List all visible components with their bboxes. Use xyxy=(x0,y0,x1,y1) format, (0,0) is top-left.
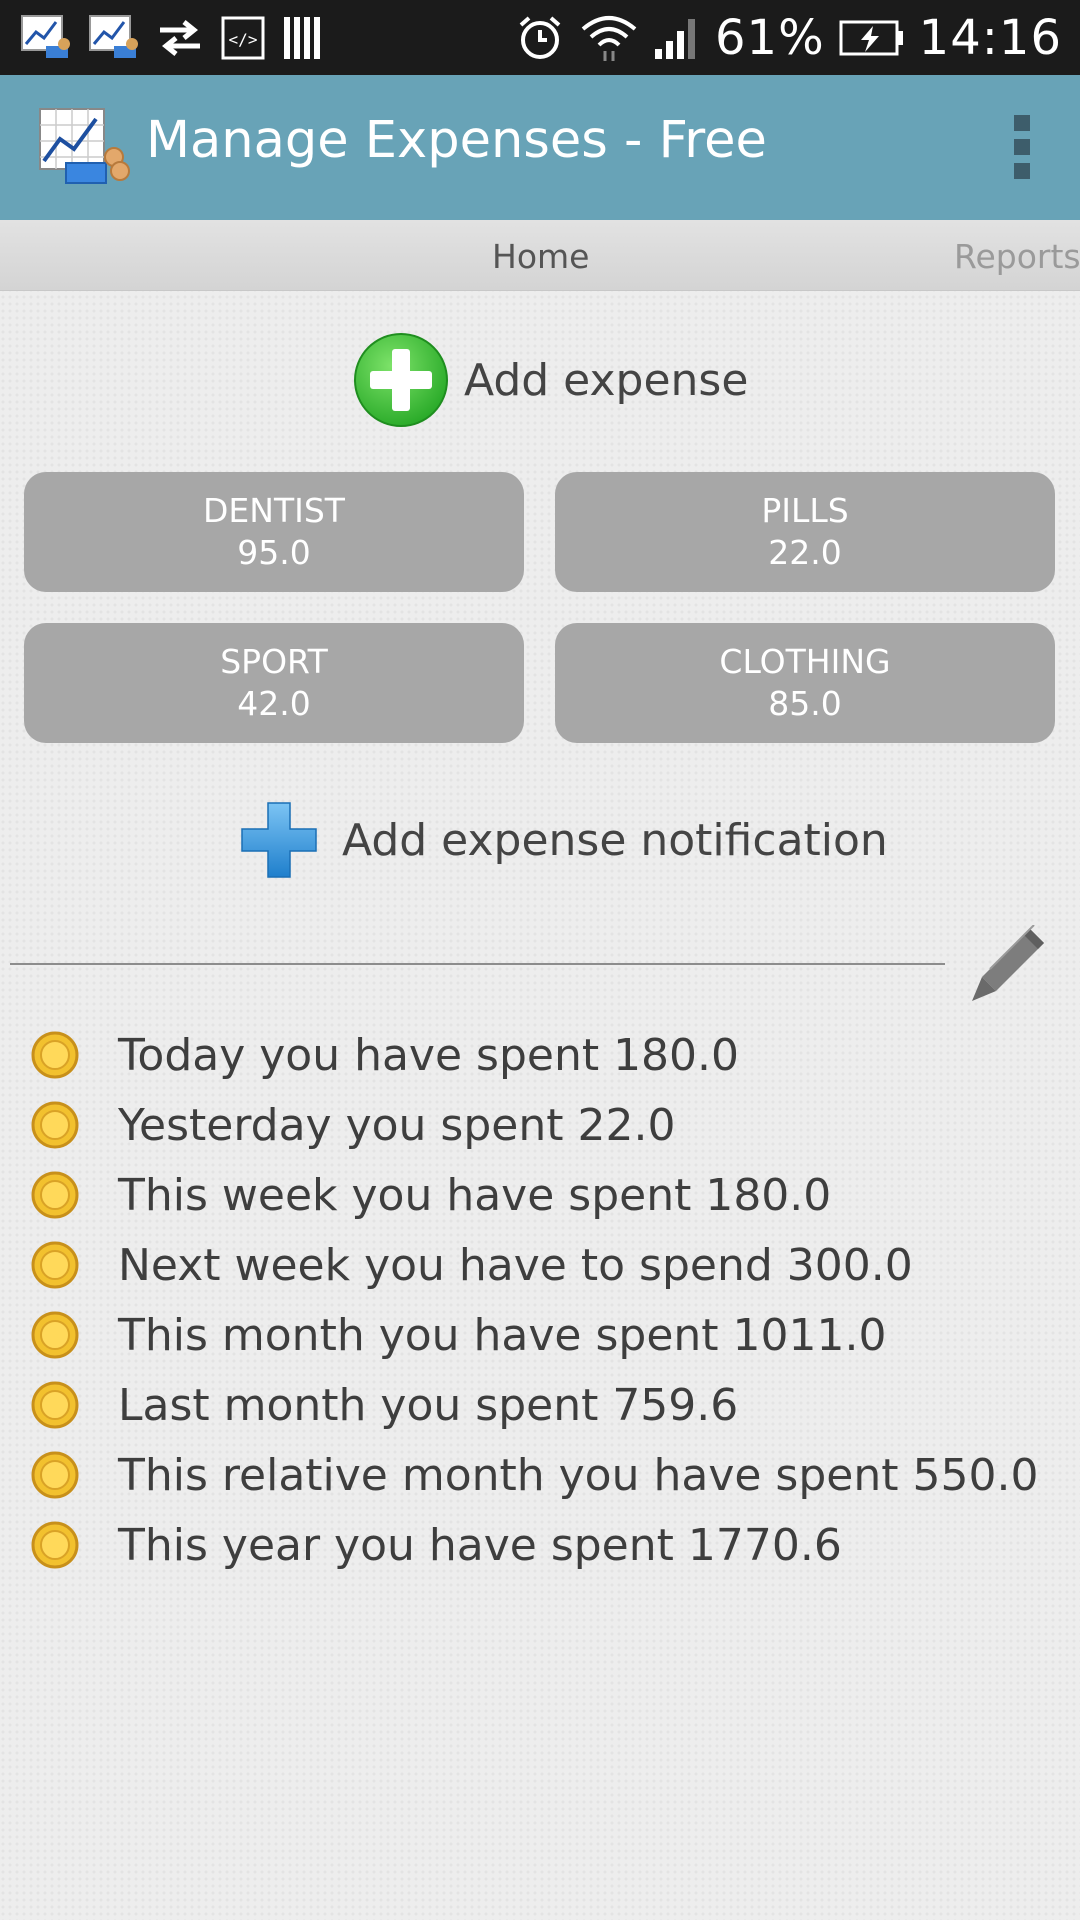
green-plus-icon xyxy=(354,333,448,427)
status-bar: </> 61% 14:16 xyxy=(0,0,1080,75)
stat-text: Today you have spent 180.0 xyxy=(118,1029,740,1081)
coin-icon xyxy=(31,1311,79,1359)
tab-home[interactable]: Home xyxy=(492,237,589,276)
menu-dot xyxy=(1014,163,1030,179)
clock: 14:16 xyxy=(918,9,1062,66)
coin-icon xyxy=(31,1381,79,1429)
overflow-menu-icon[interactable] xyxy=(1014,115,1038,179)
transfer-icon xyxy=(160,19,200,56)
list-item: This week you have spent 180.0 xyxy=(30,1160,1070,1230)
list-item: Last month you spent 759.6 xyxy=(30,1370,1070,1440)
app-logo-icon xyxy=(39,108,130,184)
stat-text: This week you have spent 180.0 xyxy=(118,1169,832,1221)
svg-text:</>: </> xyxy=(229,30,258,49)
stat-text: Yesterday you spent 22.0 xyxy=(118,1099,676,1151)
add-expense-button[interactable]: Add expense xyxy=(352,330,748,430)
stat-text: This year you have spent 1770.6 xyxy=(118,1519,842,1571)
category-name: PILLS xyxy=(761,491,849,530)
category-name: SPORT xyxy=(220,642,328,681)
tab-reports[interactable]: Reports xyxy=(954,237,1080,276)
chart-app-icon xyxy=(21,14,70,58)
stat-text: Last month you spent 759.6 xyxy=(118,1379,739,1431)
add-expense-label: Add expense xyxy=(464,354,749,406)
battery-percentage: 61% xyxy=(714,9,825,66)
stat-text: This month you have spent 1011.0 xyxy=(118,1309,887,1361)
category-button-pills[interactable]: PILLS 22.0 xyxy=(555,472,1055,592)
stat-text: Next week you have to spend 300.0 xyxy=(118,1239,913,1291)
list-item: This month you have spent 1011.0 xyxy=(30,1300,1070,1370)
app-title: Manage Expenses - Free xyxy=(146,111,767,170)
category-value: 85.0 xyxy=(768,684,842,723)
list-item: This year you have spent 1770.6 xyxy=(30,1510,1070,1580)
coin-icon xyxy=(31,1101,79,1149)
code-icon: </> xyxy=(221,16,265,59)
list-item: Yesterday you spent 22.0 xyxy=(30,1090,1070,1160)
coin-icon xyxy=(31,1171,79,1219)
battery-charging-icon xyxy=(839,20,903,55)
category-button-clothing[interactable]: CLOTHING 85.0 xyxy=(555,623,1055,743)
chart-app-icon xyxy=(89,14,138,58)
add-expense-notification-label: Add expense notification xyxy=(342,814,888,866)
menu-dot xyxy=(1014,115,1030,131)
tab-bar: Home Reports xyxy=(0,220,1080,291)
list-item: This relative month you have spent 550.0 xyxy=(30,1440,1070,1510)
spending-summary-list: Today you have spent 180.0 Yesterday you… xyxy=(30,1020,1070,1580)
coin-icon xyxy=(31,1031,79,1079)
list-item: Today you have spent 180.0 xyxy=(30,1020,1070,1090)
list-item: Next week you have to spend 300.0 xyxy=(30,1230,1070,1300)
category-value: 95.0 xyxy=(237,533,311,572)
barcode-icon xyxy=(284,16,320,59)
signal-icon xyxy=(654,18,695,59)
alarm-icon xyxy=(519,15,561,59)
app-bar: Manage Expenses - Free xyxy=(0,75,1080,220)
category-name: DENTIST xyxy=(203,491,345,530)
divider xyxy=(10,963,945,965)
coin-icon xyxy=(31,1451,79,1499)
pencil-icon[interactable] xyxy=(968,925,1048,1005)
coin-icon xyxy=(31,1521,79,1569)
blue-plus-icon xyxy=(241,802,317,878)
add-expense-notification-button[interactable]: Add expense notification xyxy=(240,795,888,885)
category-value: 42.0 xyxy=(237,684,311,723)
category-value: 22.0 xyxy=(768,533,842,572)
stat-text: This relative month you have spent 550.0 xyxy=(118,1449,1039,1501)
menu-dot xyxy=(1014,139,1030,155)
wifi-icon xyxy=(581,15,637,61)
category-name: CLOTHING xyxy=(719,642,891,681)
category-button-dentist[interactable]: DENTIST 95.0 xyxy=(24,472,524,592)
coin-icon xyxy=(31,1241,79,1289)
category-button-sport[interactable]: SPORT 42.0 xyxy=(24,623,524,743)
